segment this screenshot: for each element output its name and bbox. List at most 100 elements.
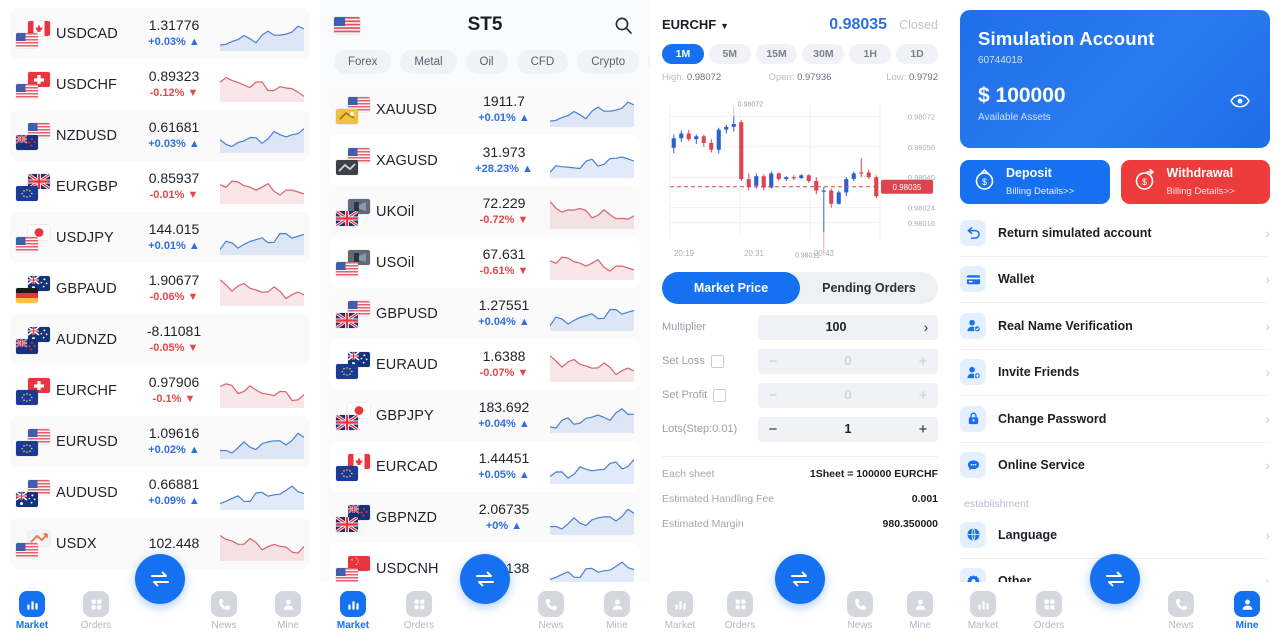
category-chips[interactable]: ForexMetalOilCFDCryptoS — [320, 44, 650, 84]
tab-mine[interactable]: Mine — [584, 591, 650, 631]
chevron-right-icon[interactable]: › — [1265, 318, 1270, 334]
chip-metal[interactable]: Metal — [400, 50, 457, 74]
table-row[interactable]: GBPJPY 183.692 +0.04% ▲ — [330, 390, 640, 441]
table-row[interactable]: XAGUSD 31.973 +28.23% ▲ — [330, 135, 640, 186]
withdrawal-button[interactable]: $ Withdrawal Billing Details>> — [1120, 160, 1270, 204]
tab-orders[interactable]: Orders — [1016, 591, 1082, 631]
chevron-right-icon[interactable]: › — [1265, 364, 1270, 380]
table-row[interactable]: XAUUSD 1911.7 +0.01% ▲ — [330, 84, 640, 135]
set-loss-control[interactable]: − 0 + — [758, 348, 938, 374]
tabbar-screen3[interactable]: Market Orders News Mine — [650, 554, 950, 640]
swap-icon[interactable] — [775, 554, 825, 604]
tab-orders[interactable]: Orders — [386, 591, 452, 631]
table-row[interactable]: EURUSD 1.09616 +0.02% ▲ — [10, 416, 310, 467]
account-menu[interactable]: Return simulated account › Wallet › Real Nam… — [950, 210, 1280, 488]
chevron-right-icon[interactable]: › — [1265, 457, 1270, 473]
set-loss-checkbox[interactable] — [710, 354, 724, 368]
menu-item-wallet[interactable]: Wallet › — [960, 257, 1270, 303]
menu-item-invite-friends[interactable]: Invite Friends › — [960, 350, 1270, 396]
order-type-tabs[interactable]: Market Price Pending Orders — [662, 272, 938, 304]
table-row[interactable]: USDCHF 0.89323 -0.12% ▼ — [10, 59, 310, 110]
tab-market[interactable]: Market — [320, 591, 386, 631]
tab-market[interactable]: Market — [0, 591, 64, 631]
table-row[interactable]: GBPAUD 1.90677 -0.06% ▼ — [10, 263, 310, 314]
tab-mine[interactable]: Mine — [256, 591, 320, 631]
menu-item-return-simulated-account[interactable]: Return simulated account › — [960, 210, 1270, 256]
tab-news[interactable]: News — [830, 591, 890, 631]
set-loss-plus-button[interactable]: + — [908, 353, 938, 370]
tab-news[interactable]: News — [1148, 591, 1214, 631]
timeframe-selector[interactable]: 1M 5M 15M 30M 1H 1D — [662, 44, 938, 64]
tab-mine[interactable]: Mine — [1214, 591, 1280, 631]
timeframe-5m[interactable]: 5M — [708, 44, 751, 64]
set-profit-plus-button[interactable]: + — [908, 387, 938, 404]
timeframe-30m[interactable]: 30M — [802, 44, 845, 64]
tabbar-screen1[interactable]: Market Orders News Mine — [0, 554, 320, 640]
swap-icon[interactable] — [1090, 554, 1140, 604]
lots-plus-button[interactable]: + — [908, 421, 938, 438]
field-set-profit[interactable]: Set Profit − 0 + — [662, 378, 938, 412]
chip-cfd[interactable]: CFD — [516, 50, 569, 74]
chevron-right-icon[interactable]: › — [1265, 225, 1270, 241]
chip-crypto[interactable]: Crypto — [577, 50, 640, 74]
tab-market-price[interactable]: Market Price — [662, 272, 800, 304]
field-set-loss[interactable]: Set Loss − 0 + — [662, 344, 938, 378]
tabbar-screen2[interactable]: Market Orders News Mine — [320, 554, 650, 640]
swap-icon[interactable] — [135, 554, 185, 604]
table-row[interactable]: USDCAD 1.31776 +0.03% ▲ — [10, 8, 310, 59]
eye-icon[interactable] — [1230, 94, 1250, 113]
lots-minus-button[interactable]: − — [758, 421, 788, 438]
tab-orders[interactable]: Orders — [64, 591, 128, 631]
lots-control[interactable]: − 1 + — [758, 416, 938, 442]
table-row[interactable]: GBPNZD 2.06735 +0% ▲ — [330, 492, 640, 543]
timeframe-1h[interactable]: 1H — [849, 44, 892, 64]
timeframe-15m[interactable]: 15M — [755, 44, 798, 64]
tab-market[interactable]: Market — [950, 591, 1016, 631]
menu-item-online-service[interactable]: Online Service › — [960, 443, 1270, 489]
table-row[interactable]: EURCHF 0.97906 -0.1% ▼ — [10, 365, 310, 416]
menu-item-language[interactable]: Language › — [960, 512, 1270, 558]
table-row[interactable]: GBPUSD 1.27551 +0.04% ▲ — [330, 288, 640, 339]
table-row[interactable]: NZDUSD 0.61681 +0.03% ▲ — [10, 110, 310, 161]
market-list[interactable]: XAUUSD 1911.7 +0.01% ▲ XAGUSD 31.973 +28.23% … — [320, 84, 650, 594]
table-row[interactable]: USOil 67.631 -0.61% ▼ — [330, 237, 640, 288]
watchlist-list[interactable]: USDCAD 1.31776 +0.03% ▲ USDCHF 0.89323 -0.12%… — [0, 0, 320, 569]
tabbar-screen4[interactable]: Market Orders News Mine — [950, 554, 1280, 640]
tab-market[interactable]: Market — [650, 591, 710, 631]
table-row[interactable]: AUDNZD -8.11081 -0.05% ▼ — [10, 314, 310, 365]
set-loss-minus-button[interactable]: − — [758, 353, 788, 370]
chip-forex[interactable]: Forex — [334, 50, 392, 74]
field-lots[interactable]: Lots(Step:0.01) − 1 + — [662, 412, 938, 446]
menu-item-change-password[interactable]: Change Password › — [960, 396, 1270, 442]
swap-icon[interactable] — [460, 554, 510, 604]
tab-pending-orders[interactable]: Pending Orders — [800, 272, 938, 304]
table-row[interactable]: AUDUSD 0.66881 +0.09% ▲ — [10, 467, 310, 518]
tab-news[interactable]: News — [192, 591, 256, 631]
multiplier-control[interactable]: 100 › — [758, 314, 938, 340]
chevron-right-icon[interactable]: › — [1265, 271, 1270, 287]
chevron-down-icon[interactable]: ▼ — [720, 21, 729, 31]
chevron-right-icon[interactable]: › — [1265, 411, 1270, 427]
ticker-header[interactable]: EURCHF ▼ 0.98035 Closed — [662, 0, 938, 40]
set-profit-checkbox[interactable] — [713, 388, 727, 402]
search-icon[interactable] — [610, 12, 636, 38]
tab-news[interactable]: News — [518, 591, 584, 631]
chip-oil[interactable]: Oil — [465, 50, 508, 74]
table-row[interactable]: EURAUD 1.6388 -0.07% ▼ — [330, 339, 640, 390]
timeframe-1m[interactable]: 1M — [662, 44, 704, 64]
tab-orders[interactable]: Orders — [710, 591, 770, 631]
field-multiplier[interactable]: Multiplier 100 › — [662, 310, 938, 344]
menu-item-real-name-verification[interactable]: Real Name Verification › — [960, 303, 1270, 349]
deposit-button[interactable]: $ Deposit Billing Details>> — [960, 160, 1110, 204]
table-row[interactable]: EURCAD 1.44451 +0.05% ▲ — [330, 441, 640, 492]
set-profit-control[interactable]: − 0 + — [758, 382, 938, 408]
table-row[interactable]: UKOil 72.229 -0.72% ▼ — [330, 186, 640, 237]
ticker-symbol[interactable]: EURCHF — [662, 17, 716, 32]
set-profit-minus-button[interactable]: − — [758, 387, 788, 404]
chevron-right-icon[interactable]: › — [914, 319, 938, 335]
chevron-right-icon[interactable]: › — [1265, 527, 1270, 543]
table-row[interactable]: EURGBP 0.85937 -0.01% ▼ — [10, 161, 310, 212]
table-row[interactable]: USDJPY 144.015 +0.01% ▲ — [10, 212, 310, 263]
timeframe-1d[interactable]: 1D — [896, 44, 938, 64]
tab-mine[interactable]: Mine — [890, 591, 950, 631]
